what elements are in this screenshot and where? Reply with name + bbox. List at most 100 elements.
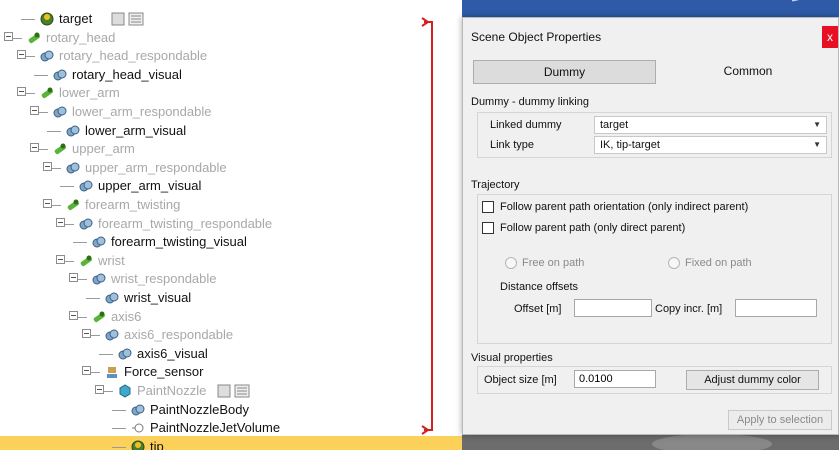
shape-icon xyxy=(65,123,81,139)
script-icons[interactable] xyxy=(111,12,145,26)
collapse-toggle[interactable] xyxy=(95,385,104,394)
shape-icon xyxy=(91,234,107,250)
collapse-toggle[interactable] xyxy=(82,329,91,339)
tree-connector xyxy=(73,242,87,244)
collapse-toggle[interactable] xyxy=(69,273,78,283)
tree-connector xyxy=(60,186,74,188)
tree-item-label: upper_arm_respondable xyxy=(85,159,227,175)
script-icons[interactable] xyxy=(217,384,251,398)
linked-dummy-label: Linked dummy xyxy=(490,119,562,131)
adjust-dummy-color-button[interactable]: Adjust dummy color xyxy=(686,370,819,390)
trajectory-group: Follow parent path orientation (only ind… xyxy=(477,194,832,344)
cube-icon xyxy=(117,383,133,399)
dummy-icon xyxy=(39,11,55,27)
follow-path-label: Follow parent path (only direct parent) xyxy=(500,222,686,234)
joint-icon xyxy=(65,197,81,213)
tree-item-label: rotary_head_visual xyxy=(72,66,182,82)
tree-item-label: PaintNozzle xyxy=(137,383,207,398)
collapse-toggle[interactable] xyxy=(17,50,26,60)
collapse-toggle[interactable] xyxy=(82,366,91,376)
collapse-toggle[interactable] xyxy=(56,217,65,227)
tree-connector xyxy=(21,19,35,20)
tree-item-label: rotary_head_respondable xyxy=(59,48,208,64)
object-size-label: Object size [m] xyxy=(484,374,557,386)
tree-item-label: forearm_twisting xyxy=(85,197,181,212)
follow-orientation-checkbox[interactable] xyxy=(482,201,494,213)
shape-icon xyxy=(52,104,68,120)
visual-section-title: Visual properties xyxy=(471,352,553,364)
shape-icon xyxy=(78,178,94,194)
tree-item-label: rotary_head xyxy=(46,29,116,45)
shape-icon xyxy=(52,67,68,83)
free-on-path-label: Free on path xyxy=(522,257,585,269)
linked-dummy-select[interactable]: target ▼ xyxy=(594,116,827,134)
tree-item-label: PaintNozzleJetVolume xyxy=(150,420,281,436)
joint-icon xyxy=(26,30,42,46)
free-on-path-radio[interactable] xyxy=(505,257,517,269)
tree-item-label: upper_arm_visual xyxy=(98,178,202,194)
link-type-label: Link type xyxy=(490,139,535,151)
collapse-toggle[interactable] xyxy=(17,87,26,97)
tree-item-label: tip xyxy=(150,438,164,450)
tree-item-label: axis6 xyxy=(111,308,142,324)
shape-icon xyxy=(117,346,133,362)
tree-item-label: forearm_twisting_respondable xyxy=(98,215,273,231)
collapse-toggle[interactable] xyxy=(30,143,39,153)
linking-section-title: Dummy - dummy linking xyxy=(471,96,589,108)
tree-connector xyxy=(86,298,100,299)
copy-incr-label: Copy incr. [m] xyxy=(655,303,723,315)
linking-group: Linked dummy target ▼ Link type IK, tip-… xyxy=(477,112,832,158)
tree-item-label: axis6_visual xyxy=(137,345,208,361)
link-type-value: IK, tip-target xyxy=(600,139,660,151)
link-type-select[interactable]: IK, tip-target ▼ xyxy=(594,136,827,154)
collapse-toggle[interactable] xyxy=(4,31,13,41)
tree-connector xyxy=(112,409,126,411)
collapse-toggle[interactable] xyxy=(56,254,65,264)
shape-icon xyxy=(104,290,120,306)
shape-icon xyxy=(104,327,120,343)
linked-dummy-value: target xyxy=(600,119,629,131)
copy-incr-input[interactable] xyxy=(735,299,817,317)
force-sensor-icon xyxy=(104,364,120,380)
shape-icon xyxy=(65,160,81,176)
tree-connector xyxy=(47,130,61,132)
tree-connector xyxy=(112,428,126,430)
follow-path-checkbox[interactable] xyxy=(482,222,494,234)
tree-item-label: wrist_respondable xyxy=(111,271,217,287)
shape-icon xyxy=(78,216,94,232)
tree-connector xyxy=(34,74,48,76)
collapse-toggle[interactable] xyxy=(69,310,78,320)
tree-item-label: PaintNozzleBody xyxy=(150,401,249,417)
tree-item-label: wrist xyxy=(98,252,125,268)
chevron-down-icon: ▼ xyxy=(813,120,821,129)
shape-icon xyxy=(39,48,55,64)
tab-dummy[interactable]: Dummy xyxy=(473,60,656,84)
tab-common[interactable]: Common xyxy=(663,60,833,84)
tree-connector xyxy=(99,353,113,355)
object-size-input[interactable]: 0.0100 xyxy=(574,370,656,388)
follow-orientation-label: Follow parent path orientation (only ind… xyxy=(500,201,749,213)
scene-hierarchy-tree: target rotary_head rotary_head_respondable… xyxy=(0,0,462,450)
tree-connector xyxy=(112,446,126,448)
tree-item-label: wrist_visual xyxy=(124,290,192,305)
tree-item-label: target xyxy=(59,11,93,26)
scene-object-properties-dialog: Scene Object Properties x Dummy Common D… xyxy=(462,17,839,435)
apply-to-selection-button[interactable]: Apply to selection xyxy=(728,410,832,430)
dummy-icon xyxy=(130,439,146,450)
tree-item[interactable]: tip xyxy=(0,435,462,450)
joint-icon xyxy=(78,253,94,269)
collapse-toggle[interactable] xyxy=(43,161,52,171)
offset-input[interactable] xyxy=(574,299,652,317)
collapse-toggle[interactable] xyxy=(30,106,39,115)
fixed-on-path-radio[interactable] xyxy=(668,257,680,269)
joint-icon xyxy=(52,141,68,157)
volume-icon xyxy=(130,420,146,436)
close-button[interactable]: x xyxy=(822,26,838,48)
fixed-on-path-label: Fixed on path xyxy=(685,257,752,269)
tree-item-label: forearm_twisting_visual xyxy=(111,234,247,250)
collapse-toggle[interactable] xyxy=(43,199,52,208)
shape-icon xyxy=(130,402,146,418)
visual-group: Object size [m] 0.0100 Adjust dummy colo… xyxy=(477,366,832,394)
tree-item-label: lower_arm xyxy=(59,85,120,101)
distance-offsets-label: Distance offsets xyxy=(500,281,579,293)
